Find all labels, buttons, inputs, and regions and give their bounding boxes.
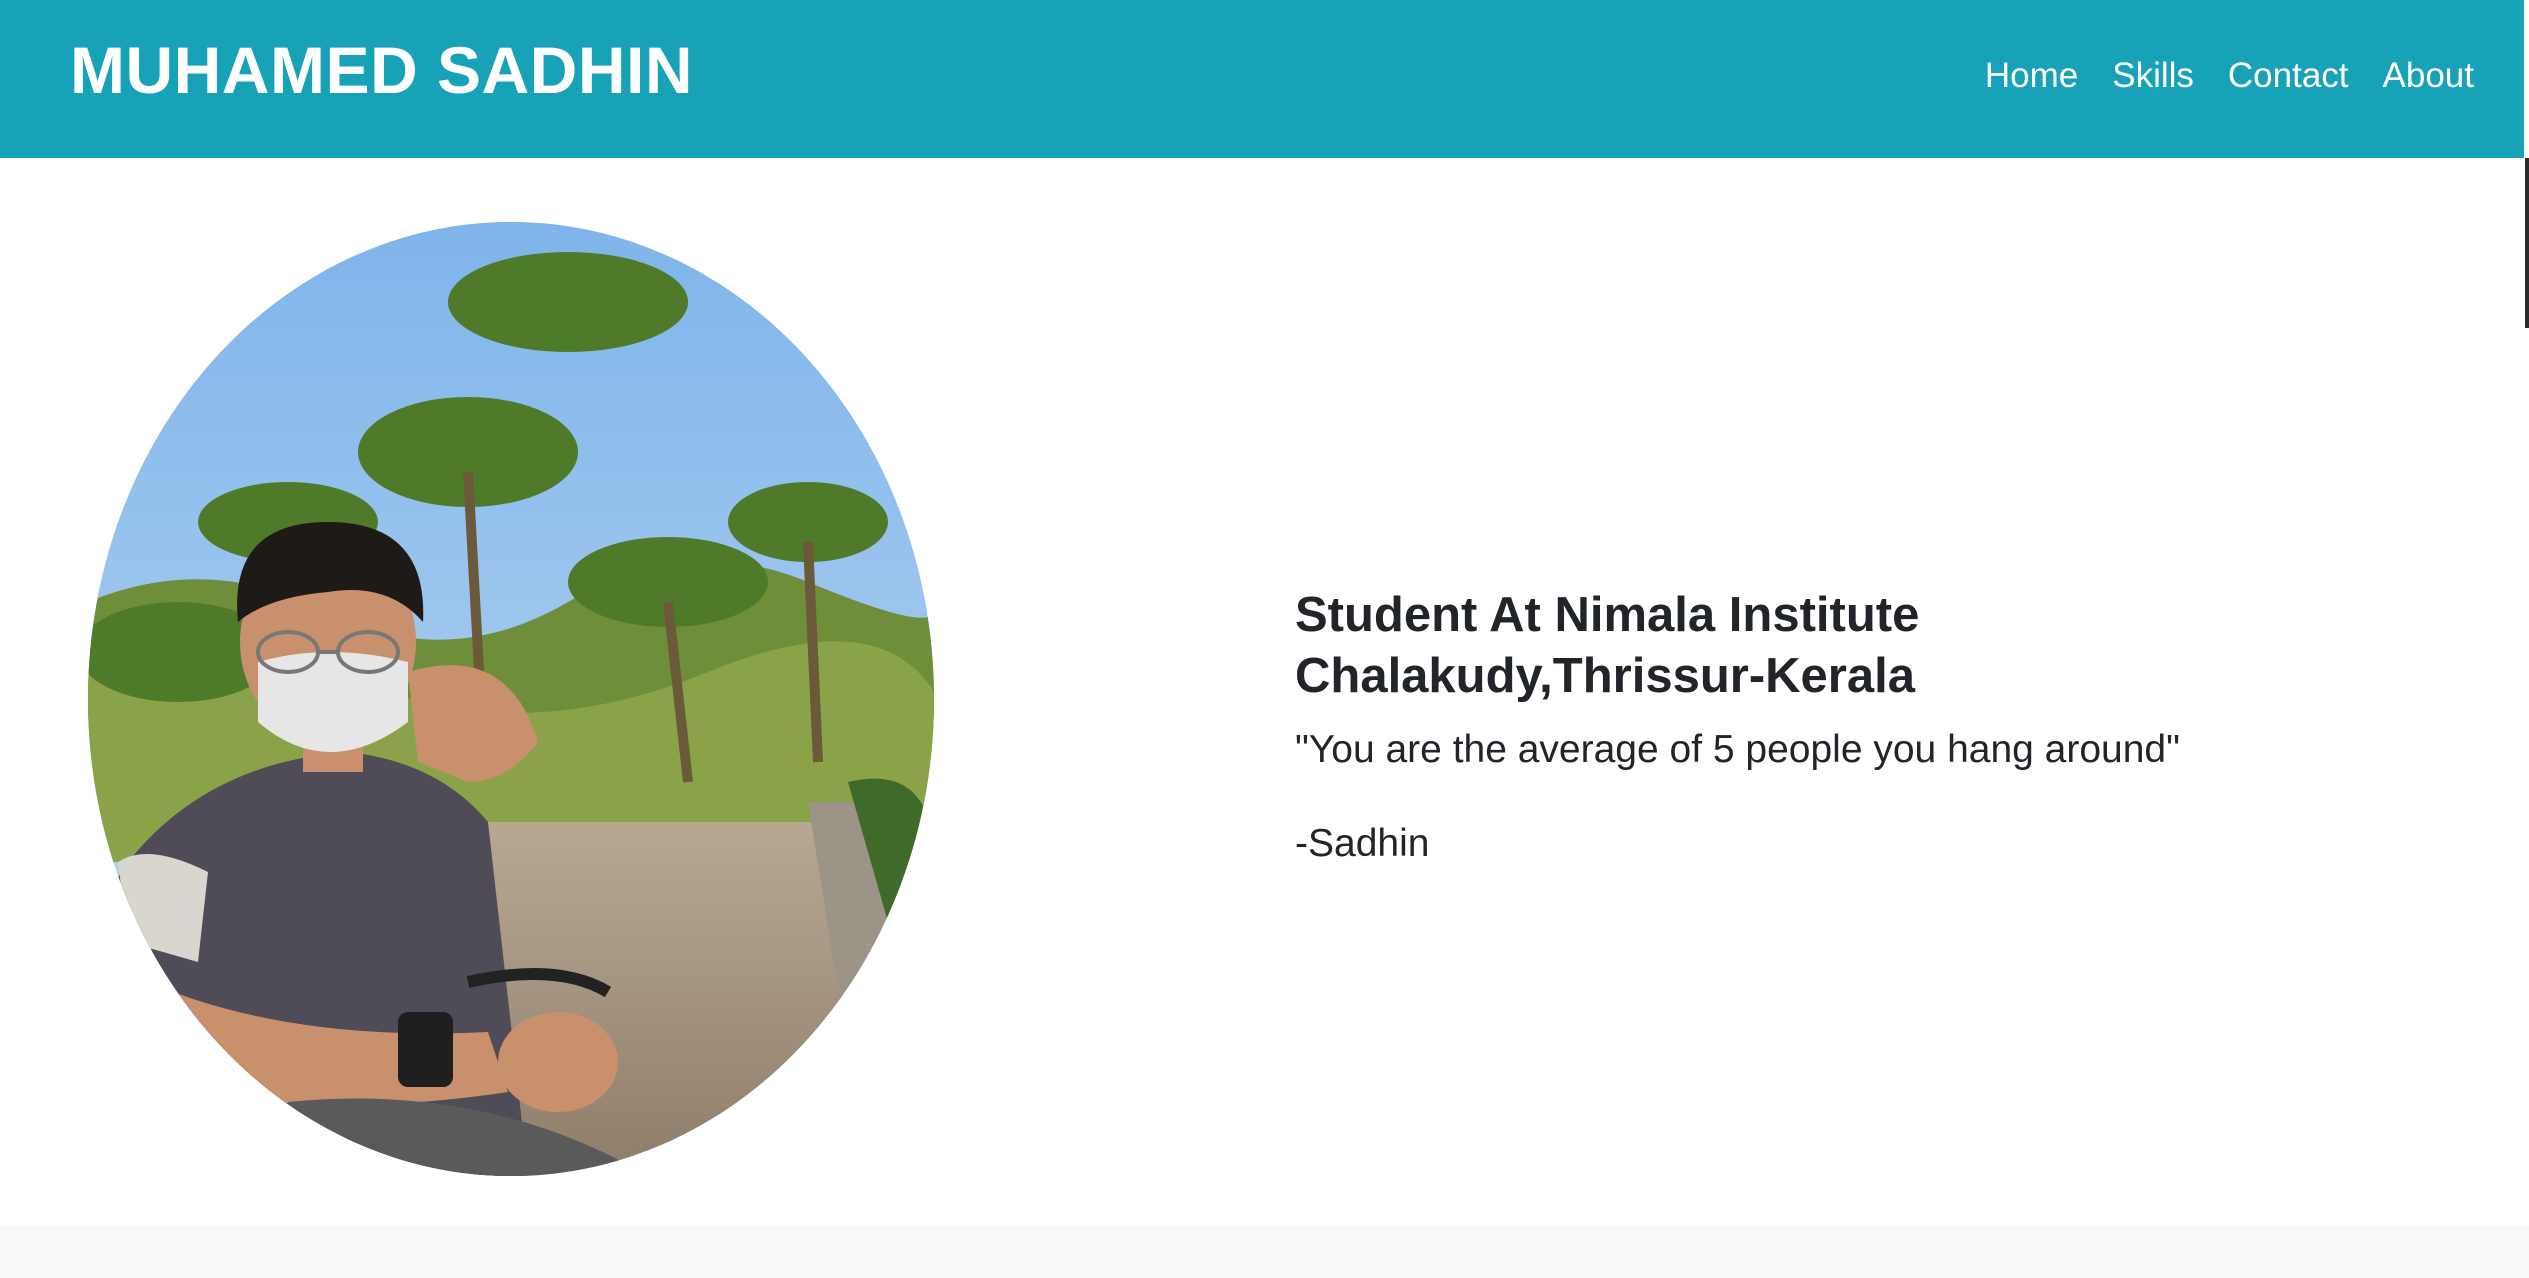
page: MUHAMED SADHIN Home Skills Contact About (0, 0, 2529, 1278)
nav-link-skills[interactable]: Skills (2112, 52, 2194, 100)
hero-title: Student At Nimala Institute Chalakudy,Th… (1295, 585, 2395, 707)
profile-photo-illustration (88, 222, 934, 1176)
hero-author: -Sadhin (1295, 822, 1430, 865)
nav-link-contact[interactable]: Contact (2228, 52, 2349, 100)
scrollbar[interactable] (2524, 0, 2529, 1225)
hero-title-line2: Chalakudy,Thrissur-Kerala (1295, 649, 1915, 703)
scrollbar-thumb[interactable] (2525, 158, 2529, 328)
navbar: MUHAMED SADHIN Home Skills Contact About (0, 0, 2524, 158)
hero-title-line1: Student At Nimala Institute (1295, 588, 1920, 642)
hero-quote: "You are the average of 5 people you han… (1295, 728, 2180, 771)
nav-link-home[interactable]: Home (1985, 52, 2078, 100)
footer-strip (0, 1225, 2529, 1278)
brand-title[interactable]: MUHAMED SADHIN (70, 30, 693, 110)
nav-link-about[interactable]: About (2383, 52, 2474, 100)
profile-photo (88, 222, 934, 1176)
nav-links: Home Skills Contact About (1985, 52, 2474, 100)
hero-text: Student At Nimala Institute Chalakudy,Th… (1295, 585, 2395, 869)
